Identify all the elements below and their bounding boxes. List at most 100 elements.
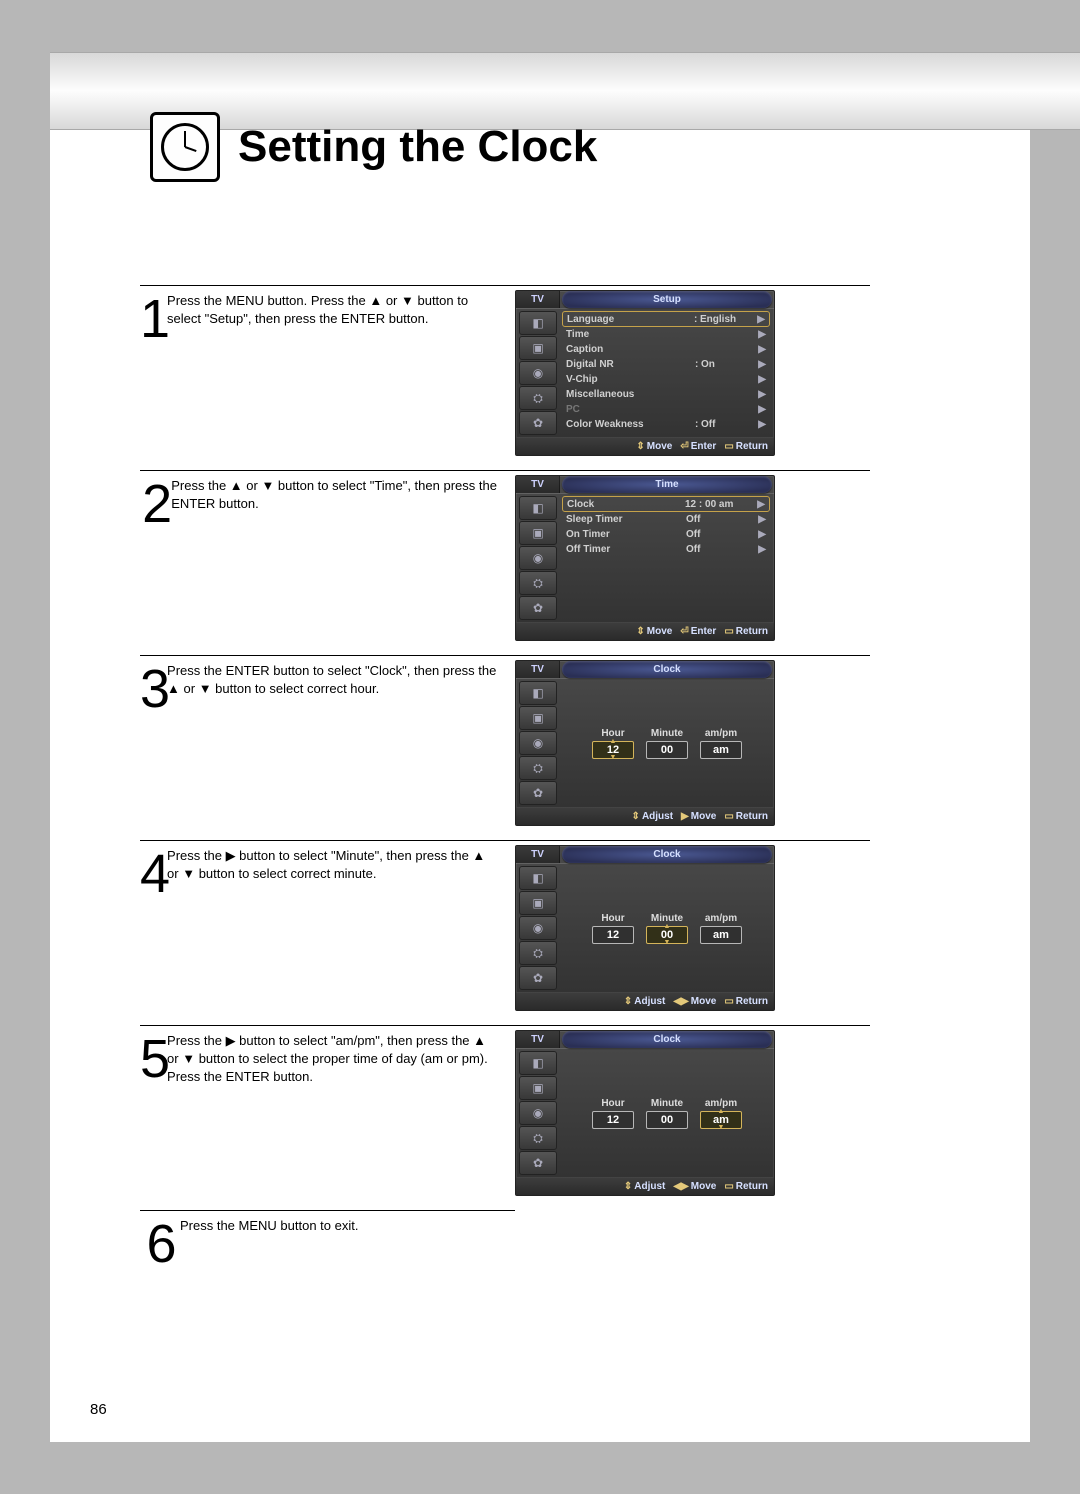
- tab-icon[interactable]: ⛭: [519, 941, 557, 965]
- page-title: Setting the Clock: [238, 122, 597, 172]
- tab-icon[interactable]: ⛭: [519, 571, 557, 595]
- step-1: 1 Press the MENU button. Press the ▲ or …: [140, 285, 870, 456]
- content-area: 1 Press the MENU button. Press the ▲ or …: [140, 285, 870, 1280]
- clock-minute-box[interactable]: ▲ 00 ▼: [646, 926, 688, 944]
- clock-icon: [150, 112, 220, 182]
- osd-title: Setup: [562, 291, 772, 308]
- clock-hour-box[interactable]: ▲ 12 ▼: [592, 741, 634, 759]
- osd-tv-label: TV: [516, 846, 560, 863]
- step-text: Press the ENTER button to select "Clock"…: [167, 660, 497, 826]
- menu-row-sleep-timer[interactable]: Sleep TimerOff▶: [562, 512, 770, 527]
- tab-icon[interactable]: ◧: [519, 1051, 557, 1075]
- tab-icon[interactable]: ◧: [519, 681, 557, 705]
- down-arrow-icon: ▼: [610, 750, 617, 766]
- osd-tv-label: TV: [516, 476, 560, 493]
- step-3: 3 Press the ENTER button to select "Cloc…: [140, 655, 870, 826]
- tab-icon[interactable]: ▣: [519, 1076, 557, 1100]
- osd-hint-bar: ⇕Adjust ◀▶Move ▭Return: [516, 1177, 774, 1195]
- up-arrow-icon: ▲: [718, 1104, 725, 1120]
- menu-row-color-weakness[interactable]: Color Weakness:Off▶: [562, 417, 770, 432]
- page-number: 86: [90, 1401, 107, 1418]
- osd-clock-minute: TV Clock ◧ ▣ ◉ ⛭ ✿ Hour: [515, 845, 775, 1011]
- menu-row-misc[interactable]: Miscellaneous▶: [562, 387, 770, 402]
- tab-icon[interactable]: ▣: [519, 521, 557, 545]
- step-text: Press the ▶ button to select "am/pm", th…: [167, 1030, 497, 1196]
- tab-icon[interactable]: ✿: [519, 411, 557, 435]
- tab-icon[interactable]: ✿: [519, 966, 557, 990]
- clock-ampm-box[interactable]: ▲ am ▼: [700, 1111, 742, 1129]
- menu-row-caption[interactable]: Caption▶: [562, 342, 770, 357]
- osd-title: Clock: [562, 1031, 772, 1048]
- osd-hint-bar: ⇕Move ⏎Enter ▭Return: [516, 437, 774, 455]
- down-arrow-icon: ▼: [718, 1120, 725, 1136]
- menu-row-clock[interactable]: Clock12 : 00 am▶: [562, 496, 770, 512]
- step-number: 1: [140, 290, 167, 456]
- step-5: 5 Press the ▶ button to select "am/pm", …: [140, 1025, 870, 1196]
- menu-row-vchip[interactable]: V-Chip▶: [562, 372, 770, 387]
- menu-row-on-timer[interactable]: On TimerOff▶: [562, 527, 770, 542]
- title-row: Setting the Clock: [150, 112, 597, 182]
- osd-category-tabs: ◧ ▣ ◉ ⛭ ✿: [516, 679, 560, 807]
- tab-icon[interactable]: ◉: [519, 1101, 557, 1125]
- osd-title: Time: [562, 476, 772, 493]
- manual-page: Setting the Clock 1 Press the MENU butto…: [50, 52, 1030, 1442]
- osd-tv-label: TV: [516, 1031, 560, 1048]
- osd-clock-hour: TV Clock ◧ ▣ ◉ ⛭ ✿ Hour: [515, 660, 775, 826]
- tab-icon[interactable]: ▣: [519, 706, 557, 730]
- clock-ampm-box[interactable]: am: [700, 741, 742, 759]
- clock-minute-box[interactable]: 00: [646, 1111, 688, 1129]
- down-arrow-icon: ▼: [664, 935, 671, 951]
- osd-category-tabs: ◧ ▣ ◉ ⛭ ✿: [516, 494, 560, 622]
- tab-icon[interactable]: ⛭: [519, 756, 557, 780]
- osd-category-tabs: ◧ ▣ ◉ ⛭ ✿: [516, 1049, 560, 1177]
- up-arrow-icon: ▲: [610, 734, 617, 750]
- menu-row-language[interactable]: Language:English▶: [562, 311, 770, 327]
- clock-minute-box[interactable]: 00: [646, 741, 688, 759]
- menu-row-digital-nr[interactable]: Digital NR:On▶: [562, 357, 770, 372]
- step-number: 2: [140, 475, 171, 641]
- tab-icon[interactable]: ▣: [519, 891, 557, 915]
- osd-tv-label: TV: [516, 661, 560, 678]
- step-number: 4: [140, 845, 167, 1011]
- up-arrow-icon: ▲: [664, 919, 671, 935]
- osd-setup-menu: TV Setup ◧ ▣ ◉ ⛭ ✿ Languag: [515, 290, 775, 456]
- tab-icon[interactable]: ✿: [519, 1151, 557, 1175]
- step-number: 3: [140, 660, 167, 826]
- osd-rows: Language:English▶ Time▶ Caption▶ Digital…: [560, 309, 774, 437]
- osd-tv-label: TV: [516, 291, 560, 308]
- menu-row-pc: PC▶: [562, 402, 770, 417]
- tab-icon[interactable]: ◉: [519, 731, 557, 755]
- tab-icon[interactable]: ◉: [519, 546, 557, 570]
- tab-icon[interactable]: ◧: [519, 496, 557, 520]
- clock-ampm-box[interactable]: am: [700, 926, 742, 944]
- step-number: 5: [140, 1030, 167, 1196]
- osd-hint-bar: ⇕Adjust ▶Move ▭Return: [516, 807, 774, 825]
- osd-hint-bar: ⇕Adjust ◀▶Move ▭Return: [516, 992, 774, 1010]
- osd-clock-ampm: TV Clock ◧ ▣ ◉ ⛭ ✿ Hour: [515, 1030, 775, 1196]
- step-text: Press the MENU button to exit.: [180, 1215, 358, 1266]
- tab-icon[interactable]: ◉: [519, 916, 557, 940]
- tab-icon[interactable]: ◧: [519, 866, 557, 890]
- tab-icon[interactable]: ◧: [519, 311, 557, 335]
- osd-rows: Clock12 : 00 am▶ Sleep TimerOff▶ On Time…: [560, 494, 774, 622]
- tab-icon[interactable]: ✿: [519, 781, 557, 805]
- osd-category-tabs: ◧ ▣ ◉ ⛭ ✿: [516, 309, 560, 437]
- step-text: Press the ▲ or ▼ button to select "Time"…: [171, 475, 497, 641]
- tab-icon[interactable]: ⛭: [519, 1126, 557, 1150]
- tab-icon[interactable]: ✿: [519, 596, 557, 620]
- menu-row-time[interactable]: Time▶: [562, 327, 770, 342]
- osd-hint-bar: ⇕Move ⏎Enter ▭Return: [516, 622, 774, 640]
- tab-icon[interactable]: ◉: [519, 361, 557, 385]
- tab-icon[interactable]: ▣: [519, 336, 557, 360]
- step-4: 4 Press the ▶ button to select "Minute",…: [140, 840, 870, 1011]
- clock-hour-box[interactable]: 12: [592, 1111, 634, 1129]
- step-text: Press the ▶ button to select "Minute", t…: [167, 845, 497, 1011]
- clock-hour-box[interactable]: 12: [592, 926, 634, 944]
- menu-row-off-timer[interactable]: Off TimerOff▶: [562, 542, 770, 557]
- osd-category-tabs: ◧ ▣ ◉ ⛭ ✿: [516, 864, 560, 992]
- step-number: 6: [140, 1215, 180, 1266]
- tab-icon[interactable]: ⛭: [519, 386, 557, 410]
- osd-title: Clock: [562, 846, 772, 863]
- step-6: 6 Press the MENU button to exit.: [140, 1210, 515, 1266]
- step-text: Press the MENU button. Press the ▲ or ▼ …: [167, 290, 497, 456]
